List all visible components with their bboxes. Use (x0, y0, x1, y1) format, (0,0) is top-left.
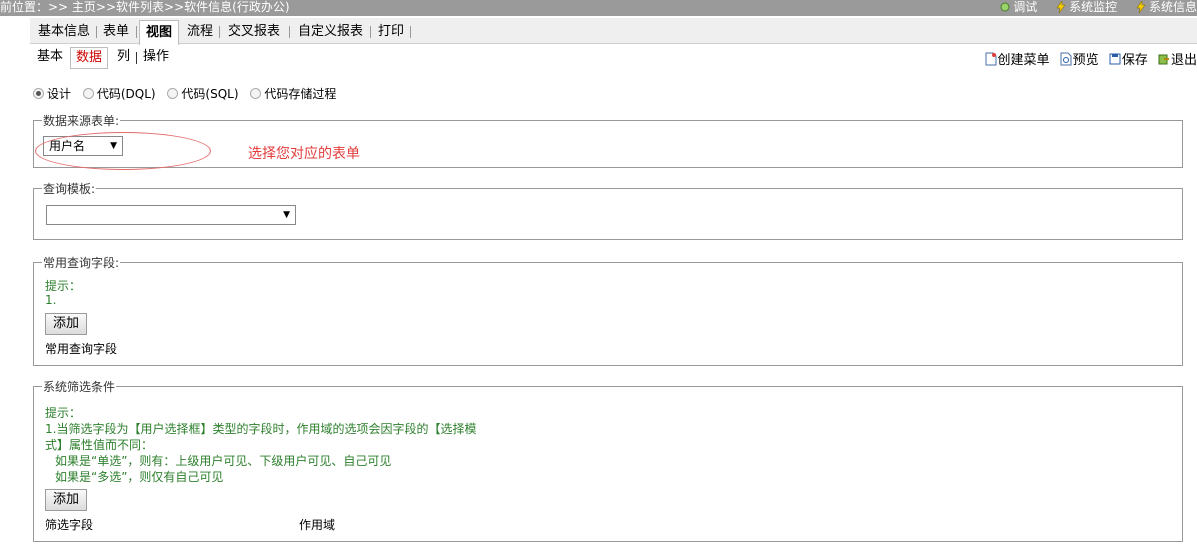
create-menu-button[interactable]: 创建菜单 (985, 52, 1050, 68)
annotation-text: 选择您对应的表单 (248, 146, 360, 162)
tab-form[interactable]: 表单 (97, 20, 135, 44)
query-template-select[interactable]: ▼ (46, 205, 296, 225)
datasource-legend: 数据来源表单: (43, 114, 120, 128)
subtab-basic[interactable]: 基本 (32, 47, 68, 69)
scope-column-header: 作用域 (299, 518, 336, 532)
main-tab-bar: 基本信息 表单 视图 流程 交叉报表 自定义报表 打印 (30, 18, 1197, 45)
lightning-icon (1056, 1, 1066, 13)
radio-button[interactable] (82, 88, 94, 99)
add-common-query-button[interactable]: 添加 (45, 313, 88, 335)
dropdown-arrow-icon: ▼ (283, 210, 290, 220)
radio-design[interactable]: 设计 (33, 87, 71, 101)
subtab-divider (136, 52, 137, 64)
common-query-hint-line: 1. (45, 293, 57, 307)
tab-cross-report[interactable]: 交叉报表 (222, 20, 286, 44)
radio-code-procedure[interactable]: 代码存储过程 (250, 87, 336, 101)
system-filter-hint-line: 1.当筛选字段为【用户选择框】类型的字段时，作用域的选项会因字段的【选择模 (45, 422, 477, 436)
subtab-actions[interactable]: 操作 (138, 47, 174, 69)
common-query-fieldset: 常用查询字段: (33, 254, 1183, 366)
tab-divider (219, 26, 220, 38)
tab-view[interactable]: 视图 (139, 20, 180, 45)
radio-button[interactable] (250, 88, 262, 99)
subtab-columns[interactable]: 列 (112, 47, 135, 69)
top-bar: 前位置：>> 主页>>软件列表>>软件信息(行政办公) 调试 系统监控 系统信息 (0, 0, 1197, 16)
exit-icon (1158, 54, 1169, 65)
system-filter-hint-line: 式】属性值而不同： (45, 438, 154, 452)
tab-custom-report[interactable]: 自定义报表 (292, 20, 369, 44)
tab-divider (410, 26, 411, 38)
sysinfo-tool[interactable]: 系统信息 (1135, 0, 1197, 14)
tab-basic-info[interactable]: 基本信息 (32, 20, 96, 44)
tab-divider (289, 26, 290, 38)
radio-code-sql[interactable]: 代码(SQL) (167, 87, 239, 101)
sub-tab-bar: 基本 数据 列 操作 创建菜单 预览 保存 退出 (30, 45, 1197, 71)
breadcrumb: 前位置：>> 主页>>软件列表>>软件信息(行政办公) (0, 0, 290, 14)
common-query-field-label: 常用查询字段 (45, 342, 118, 356)
system-filter-hint-line: 如果是“单选”，则有：上级用户可见、下级用户可见、自己可见 (55, 454, 392, 468)
new-document-icon (985, 52, 997, 66)
radio-button-checked[interactable] (33, 88, 44, 99)
radio-code-dql[interactable]: 代码(DQL) (82, 87, 156, 101)
query-template-legend: 查询模板: (43, 182, 96, 196)
datasource-fieldset: 数据来源表单: (33, 112, 1183, 168)
top-tools: 调试 系统监控 系统信息 (985, 0, 1197, 15)
save-button[interactable]: 保存 (1109, 53, 1148, 68)
system-filter-hint-title: 提示： (45, 406, 82, 420)
mode-radio-group: 设计 代码(DQL) 代码(SQL) 代码存储过程 (33, 85, 344, 102)
preview-icon (1060, 52, 1072, 66)
common-query-legend: 常用查询字段: (43, 256, 120, 270)
lightning-icon (1136, 1, 1146, 13)
exit-button[interactable]: 退出 (1158, 53, 1197, 68)
annotation-ellipse (35, 132, 211, 170)
tab-divider (370, 26, 371, 38)
save-icon (1109, 53, 1121, 65)
tab-print[interactable]: 打印 (372, 20, 410, 44)
common-query-hint-title: 提示： (45, 279, 82, 293)
action-toolbar: 创建菜单 预览 保存 退出 (979, 49, 1197, 68)
tab-divider (136, 26, 137, 38)
subtab-data[interactable]: 数据 (70, 47, 109, 69)
add-filter-button[interactable]: 添加 (45, 489, 88, 511)
radio-button[interactable] (167, 88, 179, 99)
tab-flow[interactable]: 流程 (181, 20, 219, 44)
system-filter-hint-line: 如果是“多选”，则仅有自己可见 (55, 470, 224, 484)
filter-field-column-header: 筛选字段 (45, 518, 94, 532)
debug-tool[interactable]: 调试 (999, 0, 1037, 14)
preview-button[interactable]: 预览 (1060, 52, 1099, 68)
debug-icon (1000, 2, 1010, 12)
system-filter-legend: 系统筛选条件 (43, 380, 116, 394)
monitor-tool[interactable]: 系统监控 (1055, 0, 1117, 14)
